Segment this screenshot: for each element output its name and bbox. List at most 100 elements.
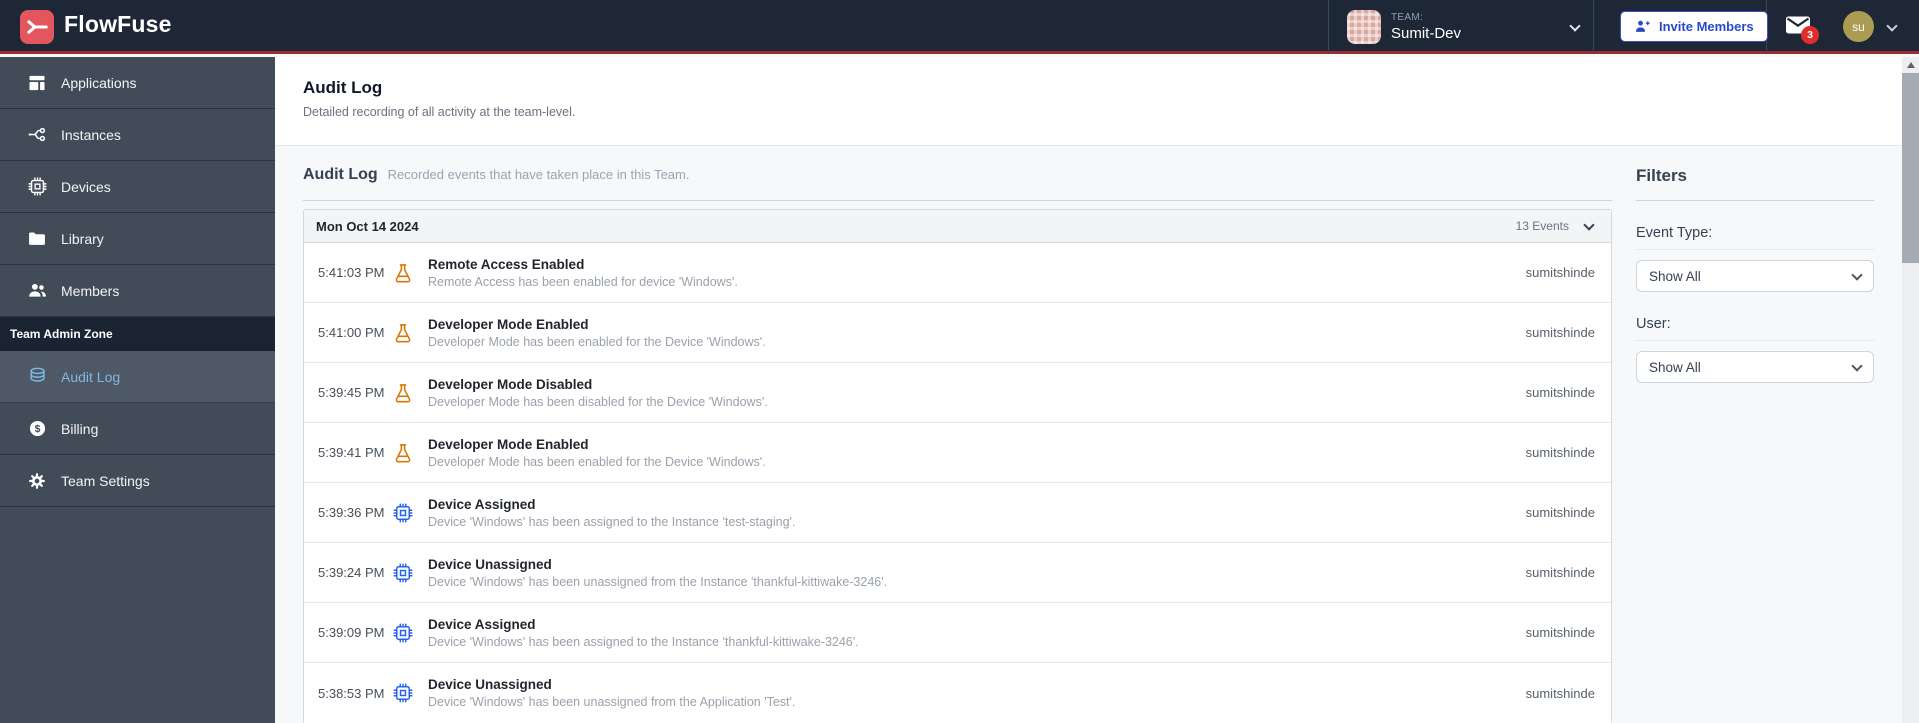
event-description: Device 'Windows' has been unassigned fro… [428, 574, 888, 589]
sidebar-item-instances[interactable]: Instances [0, 109, 275, 161]
flask-icon [392, 262, 428, 284]
section-subtitle: Recorded events that have taken place in… [387, 167, 690, 182]
user-avatar[interactable]: su [1843, 11, 1874, 42]
event-title: Developer Mode Disabled [428, 376, 593, 392]
event-title: Remote Access Enabled [428, 256, 585, 272]
event-time: 5:41:03 PM [318, 265, 385, 280]
event-user: sumitshinde [1525, 445, 1595, 460]
event-time: 5:39:41 PM [318, 445, 385, 460]
sidebar: Applications Instances Devices Library M… [0, 57, 275, 723]
event-time: 5:38:53 PM [318, 685, 385, 701]
date-group-header[interactable]: Mon Oct 14 2024 13 Events [304, 210, 1611, 243]
brand-name[interactable]: FlowFuse [64, 11, 172, 38]
filters-panel: Filters Event Type: Show All User: Show … [1636, 166, 1874, 723]
event-time: 5:39:24 PM [318, 565, 385, 580]
filters-divider [1636, 200, 1874, 201]
sidebar-item-label: Billing [61, 420, 99, 437]
audit-log-row: 5:39:41 PM Developer Mode Enabled Develo… [304, 423, 1611, 483]
event-title: Device Assigned [428, 616, 536, 632]
sidebar-item-label: Instances [61, 126, 121, 143]
sidebar-item-label: Library [61, 230, 104, 247]
header-divider [1328, 0, 1329, 54]
event-time: 5:41:00 PM [318, 325, 385, 340]
event-description: Device 'Windows' has been assigned to th… [428, 634, 859, 649]
audit-log-row: 5:41:00 PM Developer Mode Enabled Develo… [304, 303, 1611, 363]
notification-badge: 3 [1801, 26, 1819, 44]
notifications-button[interactable]: 3 [1785, 15, 1819, 44]
chevron-down-icon [1583, 218, 1595, 231]
chevron-down-icon [1569, 20, 1581, 32]
main-content: Audit Log Detailed recording of all acti… [275, 57, 1902, 723]
chip-icon [392, 622, 428, 644]
page-subtitle: Detailed recording of all activity at th… [303, 105, 576, 119]
team-selector[interactable]: TEAM: Sumit-Dev [1340, 0, 1593, 54]
audit-log-page: FlowFuse TEAM: Sumit-Dev Invite Members … [0, 0, 1919, 723]
audit-log-row: 5:41:03 PM Remote Access Enabled Remote … [304, 243, 1611, 303]
sidebar-item-label: Devices [61, 178, 111, 195]
event-title: Developer Mode Enabled [428, 436, 589, 452]
audit-log-row: 5:39:36 PM Device Assigned Device 'Windo… [304, 483, 1611, 543]
event-title: Developer Mode Enabled [428, 316, 589, 332]
page-title: Audit Log [303, 78, 383, 97]
person-plus-icon [1634, 18, 1651, 35]
sidebar-item-label: Audit Log [61, 368, 121, 385]
audit-log-row: 5:39:24 PM Device Unassigned Device 'Win… [304, 543, 1611, 603]
user-menu-chevron-icon[interactable] [1886, 20, 1898, 32]
team-name: Sumit-Dev [1391, 25, 1462, 43]
users-icon [26, 280, 48, 302]
sidebar-item-members[interactable]: Members [0, 265, 275, 317]
sidebar-item-library[interactable]: Library [0, 213, 275, 265]
sidebar-item-applications[interactable]: Applications [0, 57, 275, 109]
chip-icon [392, 502, 428, 524]
event-title: Device Unassigned [428, 677, 552, 692]
section-title: Audit Log [303, 166, 378, 183]
sidebar-section-team-admin-zone: Team Admin Zone [0, 317, 275, 351]
sidebar-item-label: Applications [61, 74, 137, 91]
invite-members-button[interactable]: Invite Members [1620, 11, 1768, 42]
event-user: sumitshinde [1525, 505, 1595, 520]
event-description: Device 'Windows' has been assigned to th… [428, 514, 796, 529]
sidebar-item-label: Members [61, 282, 120, 299]
event-type-select[interactable]: Show All [1636, 260, 1874, 292]
event-user: sumitshinde [1525, 325, 1595, 340]
sidebar-item-label: Team Settings [61, 472, 150, 489]
scrollbar-track[interactable] [1902, 57, 1919, 723]
audit-log-table: Mon Oct 14 2024 13 Events 5:41:03 PM Rem… [303, 209, 1612, 723]
event-user: sumitshinde [1525, 565, 1595, 580]
scrollbar-thumb[interactable] [1902, 73, 1919, 263]
section-divider [303, 200, 1612, 201]
dollar-icon [26, 418, 48, 440]
folder-icon [26, 228, 48, 250]
event-time: 5:39:36 PM [318, 505, 385, 520]
chip-icon [392, 562, 428, 584]
event-title: Device Assigned [428, 496, 536, 512]
filters-title: Filters [1636, 166, 1688, 185]
event-title: Device Unassigned [428, 556, 552, 572]
flowfuse-logo[interactable] [20, 10, 54, 44]
scroll-up-button[interactable] [1902, 57, 1919, 73]
user-select[interactable]: Show All [1636, 351, 1874, 383]
arrow-up-icon [1906, 62, 1915, 68]
page-header: Audit Log Detailed recording of all acti… [275, 57, 1902, 146]
sidebar-item-devices[interactable]: Devices [0, 161, 275, 213]
event-description: Developer Mode has been enabled for the … [428, 334, 766, 349]
audit-log-row: 5:38:53 PM Device Unassigned Device 'Win… [304, 663, 1611, 723]
date-group-label: Mon Oct 14 2024 [316, 218, 419, 234]
event-description: Device 'Windows' has been unassigned fro… [428, 695, 796, 709]
event-description: Developer Mode has been disabled for the… [428, 394, 768, 409]
audit-log-row: 5:39:45 PM Developer Mode Disabled Devel… [304, 363, 1611, 423]
applications-icon [26, 72, 48, 94]
team-label: TEAM: [1391, 11, 1424, 23]
event-description: Remote Access has been enabled for devic… [428, 274, 738, 289]
sidebar-item-team-settings[interactable]: Team Settings [0, 455, 275, 507]
top-header: FlowFuse TEAM: Sumit-Dev Invite Members … [0, 0, 1919, 54]
database-icon [26, 366, 48, 388]
header-divider [1593, 0, 1594, 54]
flask-icon [392, 442, 428, 464]
chevron-down-icon [1851, 359, 1863, 372]
event-type-label: Event Type: [1636, 225, 1874, 250]
event-description: Developer Mode has been enabled for the … [428, 454, 766, 469]
gear-icon [26, 470, 48, 492]
sidebar-item-billing[interactable]: Billing [0, 403, 275, 455]
sidebar-item-audit-log[interactable]: Audit Log [0, 351, 275, 403]
